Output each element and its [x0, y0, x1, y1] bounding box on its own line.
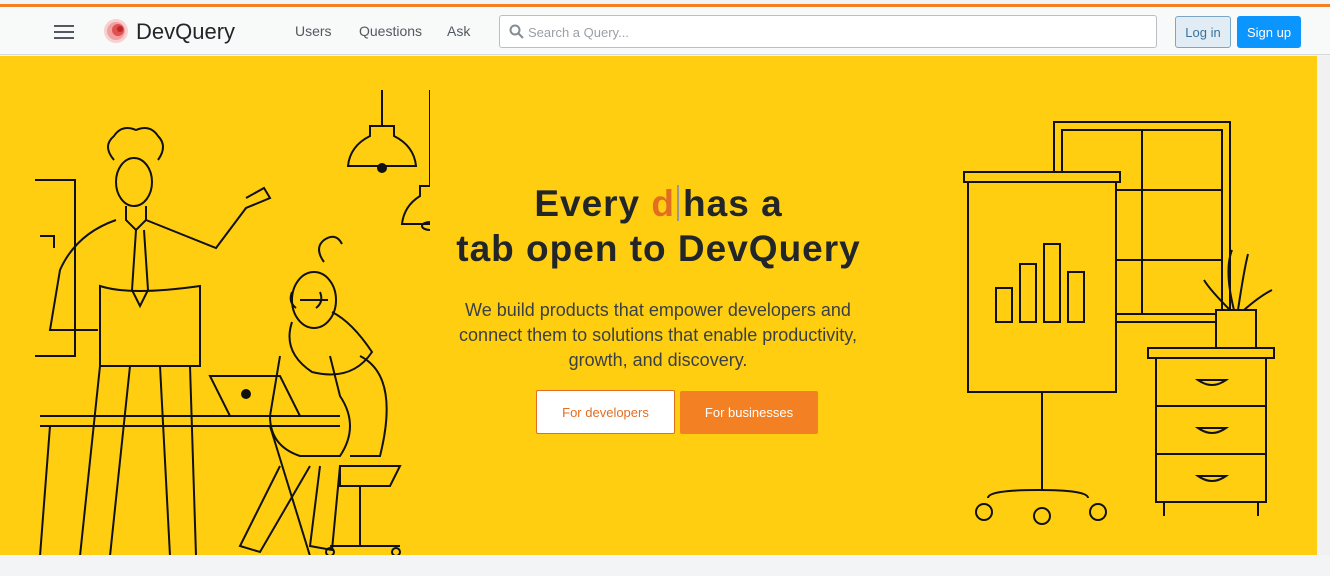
headline-line-1: Every d has a [0, 181, 1317, 226]
nav-ask[interactable]: Ask [447, 23, 470, 39]
nav-questions[interactable]: Questions [359, 23, 422, 39]
login-button[interactable]: Log in [1175, 16, 1231, 48]
search-input[interactable] [528, 20, 1148, 44]
typing-cursor [677, 185, 680, 221]
office-people-illustration [35, 90, 430, 555]
search-box [499, 15, 1157, 48]
search-icon [509, 24, 524, 39]
headline-line-2: tab open to DevQuery [456, 228, 861, 269]
hero-section: Every d has a tab open to DevQuery We bui… [0, 56, 1317, 555]
headline-typed-text: d [651, 183, 676, 224]
scrollbar[interactable] [1317, 56, 1330, 555]
headline-prefix: Every [534, 183, 652, 224]
top-navbar: DevQuery Users Questions Ask Log in Sign… [0, 7, 1330, 55]
for-developers-button[interactable]: For developers [536, 390, 675, 434]
logo-icon[interactable] [100, 15, 132, 47]
for-businesses-button[interactable]: For businesses [680, 391, 818, 434]
headline-suffix: has a [683, 183, 783, 224]
hero-subtitle: We build products that empower developer… [459, 300, 857, 370]
signup-button[interactable]: Sign up [1237, 16, 1301, 48]
hamburger-menu-icon[interactable] [52, 21, 76, 41]
brand-name[interactable]: DevQuery [136, 19, 235, 45]
nav-users[interactable]: Users [295, 23, 332, 39]
hero-headline: Every d has a tab open to DevQuery [0, 181, 1317, 271]
